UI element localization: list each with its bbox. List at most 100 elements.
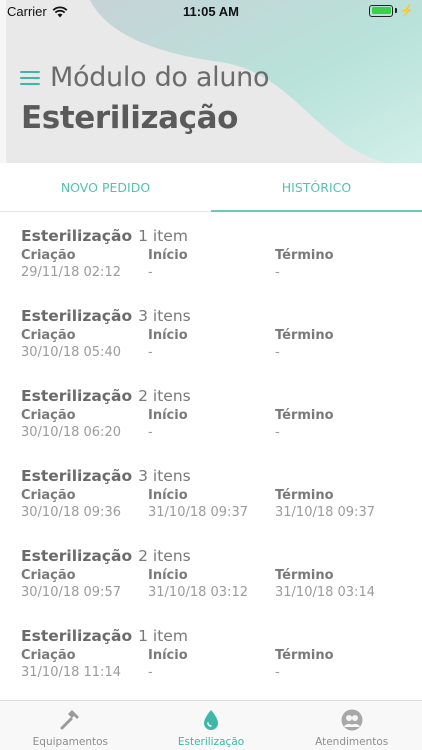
end-value: - [275, 345, 280, 360]
order-item-count: 1 item [138, 227, 188, 245]
battery-icon: ⚡ [369, 4, 414, 17]
tabbar-label: Atendimentos [315, 736, 389, 748]
end-label: Término [275, 568, 334, 583]
start-label: Início [148, 408, 188, 423]
order-name: Esterilização [21, 387, 133, 405]
created-label: Criação [21, 648, 76, 663]
start-column: Início - [148, 648, 188, 680]
end-column: Término - [275, 328, 334, 360]
start-column: Início - [148, 248, 188, 280]
order-title: Esterilização 1 item [21, 626, 188, 645]
end-value: - [275, 265, 280, 280]
tabbar-item-esterilizacao[interactable]: Esterilização [141, 701, 282, 750]
created-label: Criação [21, 328, 76, 343]
end-column: Término 31/10/18 03:14 [275, 568, 375, 600]
start-label: Início [148, 248, 188, 263]
order-name: Esterilização [21, 307, 133, 325]
list-item[interactable]: Esterilização 1 item Criação 29/11/18 02:12… [0, 212, 422, 292]
end-column: Término - [275, 408, 334, 440]
header: Carrier 11:05 AM ⚡ Módulo do aluno Ester… [0, 0, 422, 163]
order-item-count: 3 itens [138, 307, 191, 325]
order-history-list[interactable]: Esterilização 1 item Criação 29/11/18 02:12… [0, 212, 422, 700]
start-label: Início [148, 568, 188, 583]
start-column: Início - [148, 408, 188, 440]
status-bar: Carrier 11:05 AM ⚡ [0, 0, 422, 22]
end-value: 31/10/18 09:37 [275, 505, 375, 520]
order-name: Esterilização [21, 547, 133, 565]
start-value: - [148, 345, 153, 360]
created-column: Criação 30/10/18 06:20 [21, 408, 121, 440]
end-value: - [275, 425, 280, 440]
created-column: Criação 30/10/18 09:36 [21, 488, 121, 520]
start-label: Início [148, 648, 188, 663]
menu-icon[interactable] [20, 70, 40, 85]
start-value: 31/10/18 09:37 [148, 505, 248, 520]
start-column: Início - [148, 328, 188, 360]
order-title: Esterilização 3 itens [21, 466, 191, 485]
order-title: Esterilização 1 item [21, 226, 188, 245]
end-column: Término 31/10/18 09:37 [275, 488, 375, 520]
end-label: Término [275, 408, 334, 423]
created-value: 30/10/18 09:57 [21, 585, 121, 600]
module-title: Módulo do aluno [50, 62, 270, 93]
created-value: 29/11/18 02:12 [21, 265, 121, 280]
list-item[interactable]: Esterilização 3 itens Criação 30/10/18 05:4… [0, 292, 422, 372]
list-item[interactable]: Esterilização 3 itens Criação 30/10/18 09:3… [0, 452, 422, 532]
start-column: Início 31/10/18 03:12 [148, 568, 248, 600]
tab-historico[interactable]: HISTÓRICO [211, 163, 422, 212]
tabbar-label: Equipamentos [32, 736, 108, 748]
people-icon [341, 709, 363, 731]
order-name: Esterilização [21, 467, 133, 485]
start-value: - [148, 425, 153, 440]
tabbar-item-atendimentos[interactable]: Atendimentos [281, 701, 422, 750]
tabbar-item-equipamentos[interactable]: Equipamentos [0, 701, 141, 750]
created-column: Criação 31/10/18 11:14 [21, 648, 121, 680]
order-item-count: 1 item [138, 627, 188, 645]
created-column: Criação 30/10/18 09:57 [21, 568, 121, 600]
list-item[interactable]: Esterilização 2 itens Criação 30/10/18 09:5… [0, 532, 422, 612]
status-time: 11:05 AM [183, 4, 239, 19]
tab-novo-pedido[interactable]: NOVO PEDIDO [0, 163, 211, 211]
order-title: Esterilização 3 itens [21, 306, 191, 325]
page-title: Esterilização [21, 100, 238, 136]
created-value: 30/10/18 09:36 [21, 505, 121, 520]
start-value: 31/10/18 03:12 [148, 585, 248, 600]
order-title: Esterilização 2 itens [21, 546, 191, 565]
list-item[interactable]: Esterilização 1 item Criação 31/10/18 11:14… [0, 612, 422, 692]
end-label: Término [275, 248, 334, 263]
created-value: 30/10/18 06:20 [21, 425, 121, 440]
list-item[interactable]: Esterilização 2 itens Criação 30/10/18 06:2… [0, 372, 422, 452]
end-label: Término [275, 328, 334, 343]
created-value: 30/10/18 05:40 [21, 345, 121, 360]
start-column: Início 31/10/18 09:37 [148, 488, 248, 520]
segment-tabs: NOVO PEDIDO HISTÓRICO [0, 163, 422, 212]
order-item-count: 3 itens [138, 467, 191, 485]
end-column: Término - [275, 648, 334, 680]
created-label: Criação [21, 568, 76, 583]
start-label: Início [148, 488, 188, 503]
created-label: Criação [21, 248, 76, 263]
end-column: Término - [275, 248, 334, 280]
battery-level [371, 7, 391, 14]
start-value: - [148, 265, 153, 280]
end-label: Término [275, 648, 334, 663]
created-label: Criação [21, 408, 76, 423]
end-value: 31/10/18 03:14 [275, 585, 375, 600]
bottom-tab-bar: Equipamentos Esterilização Atendimentos [0, 700, 422, 750]
start-label: Início [148, 328, 188, 343]
tabbar-label: Esterilização [177, 736, 245, 748]
order-name: Esterilização [21, 227, 133, 245]
order-item-count: 2 itens [138, 387, 191, 405]
created-column: Criação 30/10/18 05:40 [21, 328, 121, 360]
end-value: - [275, 665, 280, 680]
order-item-count: 2 itens [138, 547, 191, 565]
created-label: Criação [21, 488, 76, 503]
start-value: - [148, 665, 153, 680]
created-column: Criação 29/11/18 02:12 [21, 248, 121, 280]
order-name: Esterilização [21, 627, 133, 645]
order-title: Esterilização 2 itens [21, 386, 191, 405]
drop-icon [204, 710, 218, 730]
charging-icon: ⚡ [400, 5, 414, 17]
created-value: 31/10/18 11:14 [21, 665, 121, 680]
end-label: Término [275, 488, 334, 503]
